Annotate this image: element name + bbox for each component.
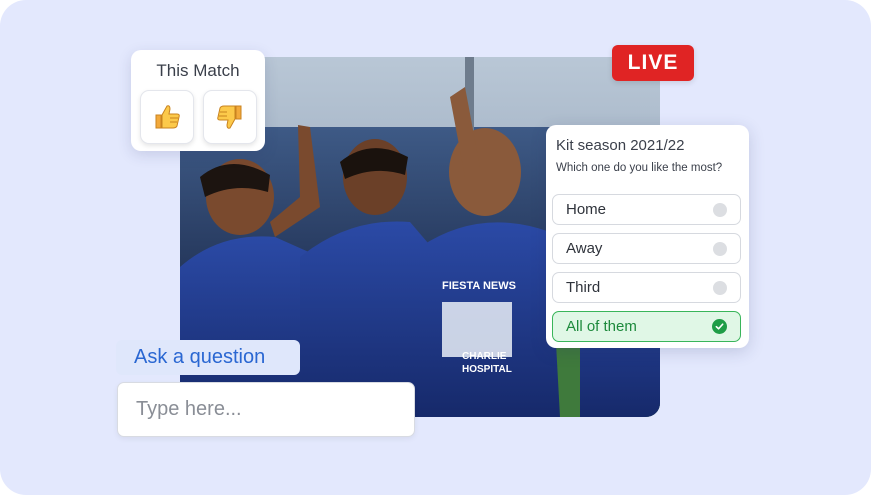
jersey-text-line-1: CHARLIE — [462, 351, 507, 362]
radio-unselected-icon — [713, 202, 727, 217]
radio-unselected-icon — [713, 280, 727, 295]
jersey-text-line-2: HOSPITAL — [462, 364, 512, 375]
radio-unselected-icon — [713, 241, 727, 256]
match-reaction-card: This Match — [131, 50, 265, 151]
question-input[interactable]: Type here... — [117, 382, 415, 437]
poll-option-third[interactable]: Third — [552, 272, 741, 303]
ask-question-label: Ask a question — [116, 340, 300, 375]
poll-option-home[interactable]: Home — [552, 194, 741, 225]
live-badge: LIVE — [612, 45, 694, 81]
poll-question: Which one do you like the most? — [556, 162, 723, 174]
check-circle-icon — [712, 319, 727, 334]
poll-option-label: All of them — [566, 318, 637, 335]
poll-option-label: Home — [566, 201, 607, 218]
poll-option-away[interactable]: Away — [552, 233, 741, 264]
thumbs-up-icon — [155, 105, 180, 129]
poll-option-all-of-them[interactable]: All of them — [552, 311, 741, 342]
thumbs-up-button[interactable] — [140, 90, 194, 144]
thumbs-down-icon — [217, 105, 242, 129]
poll-option-label: Third — [566, 279, 601, 296]
match-reaction-title: This Match — [156, 61, 240, 80]
jersey-sponsor-text: FIESTA NEWS — [442, 280, 516, 292]
thumbs-down-button[interactable] — [203, 90, 257, 144]
widget-canvas: FIESTA NEWS CHARLIE HOSPITAL LIVE This M… — [0, 0, 871, 495]
poll-option-label: Away — [566, 240, 603, 257]
poll-title: Kit season 2021/22 — [556, 137, 685, 154]
kit-poll-card: Kit season 2021/22 Which one do you like… — [546, 125, 749, 348]
